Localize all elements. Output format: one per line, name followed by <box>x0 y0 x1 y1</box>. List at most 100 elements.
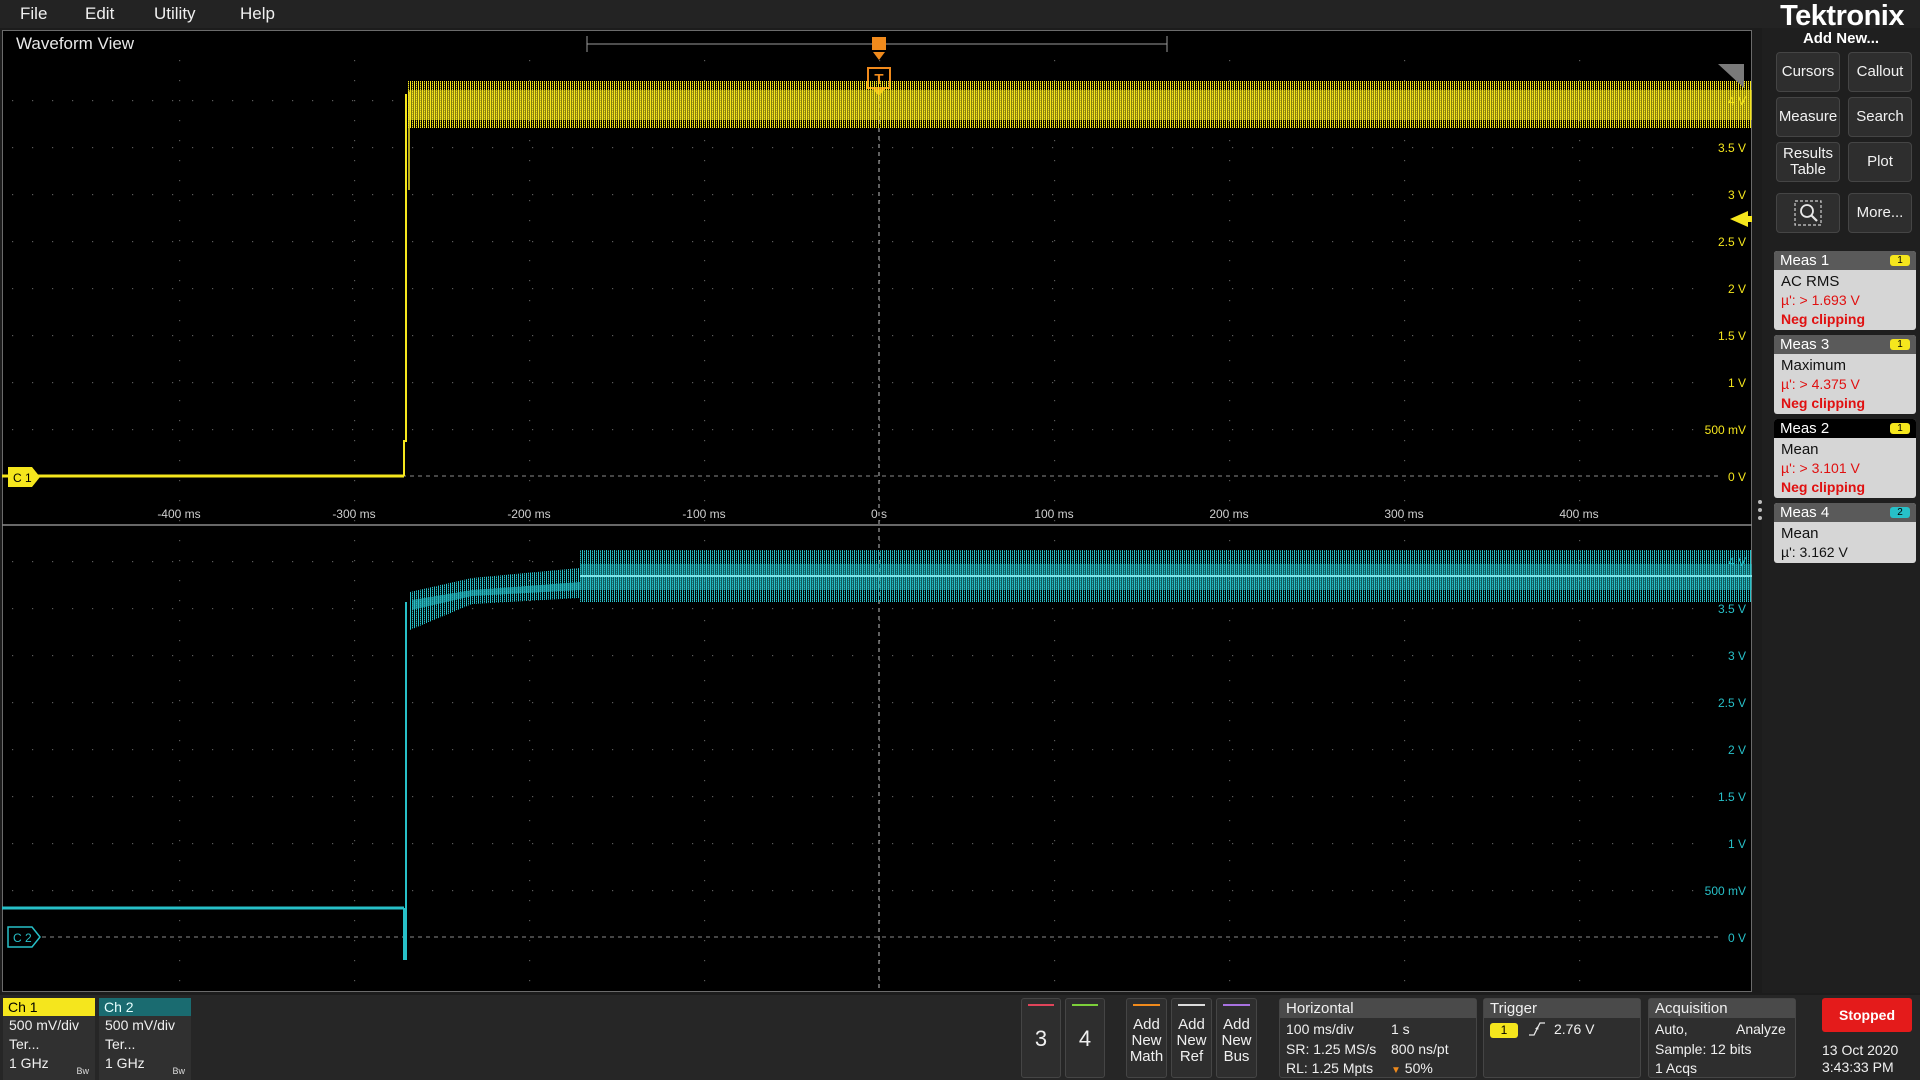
sample-rate: SR: 1.25 MS/s <box>1286 1041 1377 1057</box>
ch1-voltage-label: 0 V <box>1728 470 1746 484</box>
cursors-button[interactable]: Cursors <box>1776 52 1840 92</box>
horizontal-position-bar[interactable] <box>586 36 1168 60</box>
ch2-bw-limit-icon: Bw <box>172 1066 185 1076</box>
add-new-ref-button[interactable]: Add New Ref <box>1171 998 1212 1078</box>
meas-type: Mean <box>1781 525 1819 542</box>
ch1-voltage-label: 2 V <box>1728 282 1746 296</box>
time-axis-label: 0 s <box>871 507 887 521</box>
meas-type: Maximum <box>1781 357 1847 374</box>
ch2-voltage-label: 1 V <box>1728 837 1746 851</box>
ch4-button[interactable]: 4 <box>1065 998 1105 1078</box>
ch2-voltage-label: 0 V <box>1728 931 1746 945</box>
meas-source-badge: 1 <box>1890 255 1910 266</box>
graticule-grid <box>12 60 1722 982</box>
ch2-waveform[interactable] <box>2 550 1752 960</box>
time-axis: -400 ms -300 ms -200 ms -100 ms 0 s 100 ms 200… <box>157 507 1598 521</box>
meas-value: µ': 3.162 V <box>1781 544 1848 560</box>
ch2-badge[interactable]: Ch 2 500 mV/div Ter... 1 GHz Bw <box>99 998 191 1080</box>
meas-title: Meas 1 <box>1780 252 1830 269</box>
acquisition-badge[interactable]: Acquisition Auto, Analyze Sample: 12 bit… <box>1648 998 1796 1078</box>
ch1-bw-limit-icon: Bw <box>76 1066 89 1076</box>
meas-warning: Neg clipping <box>1781 311 1865 327</box>
meas-1-badge[interactable]: Meas 1 1 AC RMS µ': > 1.693 V Neg clippin… <box>1774 251 1916 330</box>
horizontal-duration: 1 s <box>1391 1021 1410 1037</box>
meas-value: µ': > 4.375 V <box>1781 376 1860 392</box>
menu-file[interactable]: File <box>20 0 47 28</box>
ch2-voltage-label: 3 V <box>1728 649 1746 663</box>
measure-button[interactable]: Measure <box>1776 97 1840 137</box>
ch1-voltage-axis: 4 V 3.5 V 3 V 2.5 V 2 V 1.5 V 1 V 500 mV 0 V <box>1705 94 1746 484</box>
ch1-voltage-label: 1 V <box>1728 376 1746 390</box>
horizontal-scale: 100 ms/div <box>1286 1021 1354 1037</box>
date-time: 13 Oct 2020 3:43:33 PM <box>1822 1042 1914 1076</box>
time-axis-label: 300 ms <box>1384 507 1423 521</box>
meas-source-badge: 1 <box>1890 423 1910 434</box>
time-axis-label: -300 ms <box>332 507 375 521</box>
trigger-position-marker[interactable] <box>872 37 886 50</box>
ch3-label: 3 <box>1034 1026 1048 1051</box>
ch1-offset-marker[interactable]: C 1 <box>8 467 40 487</box>
trigger-title: Trigger <box>1484 999 1640 1018</box>
ch1-voltage-label: 3 V <box>1728 188 1746 202</box>
meas-3-badge[interactable]: Meas 3 1 Maximum µ': > 4.375 V Neg clippi… <box>1774 335 1916 414</box>
menu-help[interactable]: Help <box>240 0 275 28</box>
ch1-badge[interactable]: Ch 1 500 mV/div Ter... 1 GHz Bw <box>3 998 95 1080</box>
menu-utility[interactable]: Utility <box>154 0 196 28</box>
ch2-voltage-label: 2.5 V <box>1718 696 1746 710</box>
sample-resolution: Sample: 12 bits <box>1655 1041 1752 1057</box>
ch2-voltage-label: 3.5 V <box>1718 602 1746 616</box>
acquisition-title: Acquisition <box>1649 999 1795 1018</box>
meas-warning: Neg clipping <box>1781 395 1865 411</box>
menu-edit[interactable]: Edit <box>85 0 114 28</box>
plot-button[interactable]: Plot <box>1848 142 1912 182</box>
meas-title: Meas 3 <box>1780 336 1830 353</box>
meas-source-badge: 2 <box>1890 507 1910 518</box>
add-new-label: Add New... <box>1802 30 1880 47</box>
ch2-termination: Ter... <box>105 1036 136 1052</box>
meas-4-badge[interactable]: Meas 4 2 Mean µ': 3.162 V <box>1774 503 1916 563</box>
add-bus-label: Add New Bus <box>1221 1016 1252 1065</box>
add-new-math-button[interactable]: Add New Math <box>1126 998 1167 1078</box>
ch2-title: Ch 2 <box>99 998 191 1016</box>
meas-2-badge[interactable]: Meas 2 1 Mean µ': > 3.101 V Neg clipping <box>1774 419 1916 498</box>
ch3-button[interactable]: 3 <box>1021 998 1061 1078</box>
ch2-voltage-label: 2 V <box>1728 743 1746 757</box>
ch1-termination: Ter... <box>9 1036 40 1052</box>
time-axis-label: -100 ms <box>682 507 725 521</box>
meas-title: Meas 4 <box>1780 504 1830 521</box>
trigger-source: 1 <box>1490 1023 1518 1038</box>
time: 3:43:33 PM <box>1822 1059 1894 1075</box>
callout-button[interactable]: Callout <box>1848 52 1912 92</box>
meas-type: Mean <box>1781 441 1819 458</box>
trigger-level: 2.76 V <box>1554 1021 1595 1037</box>
ch2-voltage-label: 4 V <box>1728 555 1746 569</box>
meas-type: AC RMS <box>1781 273 1840 290</box>
time-axis-label: 400 ms <box>1559 507 1598 521</box>
panel-splitter-handle[interactable] <box>1758 500 1762 524</box>
ch1-voltage-label: 2.5 V <box>1718 235 1746 249</box>
svg-text:C 1: C 1 <box>13 471 32 485</box>
search-button[interactable]: Search <box>1848 97 1912 137</box>
ch2-voltage-label: 1.5 V <box>1718 790 1746 804</box>
ch4-label: 4 <box>1078 1026 1092 1051</box>
ch1-voltage-label: 500 mV <box>1705 423 1746 437</box>
trigger-position-icon: ▼ <box>1391 1065 1401 1076</box>
add-new-bus-button[interactable]: Add New Bus <box>1216 998 1257 1078</box>
add-math-label: Add New Math <box>1129 1016 1164 1065</box>
add-ref-label: Add New Ref <box>1176 1016 1207 1065</box>
menu-bar: File Edit Utility Help <box>0 0 1920 28</box>
waveform-graticule[interactable]: T C 1 C 2 4 V3.5 V3 V2.5 V2 V1.5 V1 V500… <box>2 30 1752 992</box>
record-length: RL: 1.25 Mpts <box>1286 1060 1374 1076</box>
run-stop-status[interactable]: Stopped <box>1822 998 1912 1032</box>
zoom-icon <box>1794 200 1822 226</box>
results-table-button[interactable]: Results Table <box>1776 142 1840 182</box>
trigger-badge[interactable]: Trigger 1 2.76 V <box>1483 998 1641 1078</box>
more-button[interactable]: More... <box>1848 193 1912 233</box>
horizontal-badge[interactable]: Horizontal 100 ms/div 1 s SR: 1.25 MS/s … <box>1279 998 1477 1078</box>
zoom-button[interactable] <box>1776 193 1840 233</box>
ch2-scale: 500 mV/div <box>105 1017 176 1033</box>
rising-edge-icon <box>1528 1020 1546 1041</box>
ch1-voltage-label: 3.5 V <box>1718 141 1746 155</box>
ch2-offset-marker[interactable]: C 2 <box>7 926 41 948</box>
ch1-waveform[interactable] <box>2 81 1752 478</box>
